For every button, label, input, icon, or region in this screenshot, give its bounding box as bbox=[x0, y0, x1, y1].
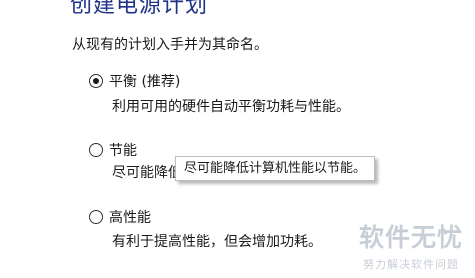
plan-label-high-performance: 高性能 bbox=[109, 210, 151, 226]
radio-button-balanced[interactable] bbox=[89, 74, 103, 88]
plan-description-high-performance: 有利于提高性能，但会增加功耗。 bbox=[112, 234, 322, 250]
plan-label-power-saver: 节能 bbox=[109, 143, 137, 159]
page-subtitle: 从现有的计划入手并为其命名。 bbox=[72, 37, 268, 53]
plan-label-balanced: 平衡 (推荐) bbox=[109, 74, 181, 90]
watermark-sub-text: 努力解决软件问题 bbox=[363, 258, 459, 271]
watermark-main-text: 软件无忧 bbox=[358, 223, 463, 252]
description-tooltip: 尽可能降低计算机性能以节能。 bbox=[175, 156, 376, 181]
create-power-plan-page: 创建电源计划 从现有的计划入手并为其命名。 平衡 (推荐) 利用可用的硬件自动平… bbox=[0, 0, 475, 278]
watermark-logo: 软件无忧 努力解决软件问题 bbox=[355, 218, 467, 272]
radio-button-power-saver[interactable] bbox=[89, 143, 103, 157]
plan-option-high-performance[interactable]: 高性能 bbox=[89, 207, 151, 227]
plan-option-balanced[interactable]: 平衡 (推荐) bbox=[89, 71, 180, 91]
radio-selected-dot-icon bbox=[93, 78, 99, 84]
radio-button-high-performance[interactable] bbox=[89, 210, 103, 224]
plan-description-balanced: 利用可用的硬件自动平衡功耗与性能。 bbox=[112, 99, 350, 115]
plan-option-power-saver[interactable]: 节能 bbox=[89, 140, 137, 160]
page-title: 创建电源计划 bbox=[70, 0, 209, 18]
